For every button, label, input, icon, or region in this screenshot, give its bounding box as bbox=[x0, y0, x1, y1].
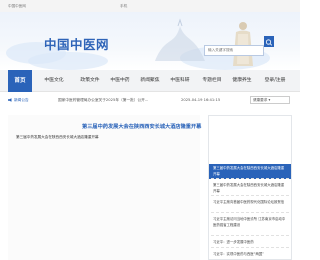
main-nav: 首页 中医文化 政策文件 中医中药 新闻聚焦 中医科研 专题栏目 健康养生 登录… bbox=[0, 70, 300, 92]
headline-summary: 第三届中药发展大会在陕西西安长城大酒店隆重开幕 bbox=[16, 135, 99, 139]
side-news-list: 第三届中药发展大会在陕西西安长城大酒店隆重开幕 第三届中药发展大会在陕西西安长城… bbox=[208, 115, 292, 260]
divider bbox=[211, 195, 289, 196]
divider bbox=[211, 178, 289, 179]
header-banner: 中国中医网 bbox=[0, 12, 300, 70]
ticker-date: 2025-04-19 16:41:15 bbox=[181, 98, 221, 102]
ink-painting-decoration bbox=[155, 18, 205, 61]
nav-item-topics[interactable]: 专题栏目 bbox=[198, 70, 226, 92]
news-section: 第三届中药发展大会在陕西西安长城大酒店隆重开幕 第三届中药发展大会在陕西西安长城… bbox=[8, 115, 292, 260]
search-button[interactable] bbox=[264, 36, 274, 47]
nav-item-research[interactable]: 中医科研 bbox=[166, 70, 194, 92]
nav-item-login[interactable]: 登录/注册 bbox=[258, 70, 292, 92]
cloud-decoration bbox=[28, 52, 108, 70]
site-name-small[interactable]: 中国中医网 bbox=[8, 4, 26, 9]
search-icon bbox=[265, 39, 273, 46]
nav-item-policy[interactable]: 政策文件 bbox=[76, 70, 104, 92]
mobile-link[interactable]: 手机 bbox=[120, 4, 127, 9]
nav-item-health[interactable]: 健康养生 bbox=[228, 70, 256, 92]
top-bar: 中国中医网 手机 bbox=[0, 0, 300, 12]
search-box bbox=[204, 36, 274, 56]
ticker-label: 新闻公告 bbox=[14, 98, 29, 102]
nav-item-medicine[interactable]: 中医中药 bbox=[106, 70, 134, 92]
side-news-item[interactable]: 习近平主席访问当地中医诊所 江苏南京市启动中医药强省工程建设 bbox=[209, 215, 291, 230]
side-news-item[interactable]: 第三届中药发展大会在陕西西安长城大酒店隆重开幕 bbox=[209, 181, 291, 196]
headline-card[interactable]: 第三届中药发展大会在陕西西安长城大酒店隆重开幕 第三届中药发展大会在陕西西安长城… bbox=[8, 115, 201, 260]
category-select[interactable]: 健康要求 ▾ bbox=[250, 96, 290, 104]
side-news-item[interactable]: 习近平：实现中医药与西医“两翼” bbox=[209, 250, 291, 260]
headline-title[interactable]: 第三届中药发展大会在陕西西安长城大酒店隆重开幕 bbox=[82, 123, 201, 130]
divider bbox=[211, 247, 289, 248]
search-input[interactable] bbox=[204, 44, 264, 56]
divider bbox=[211, 235, 289, 236]
side-news-item[interactable]: 第三届中药发展大会在陕西西安长城大酒店隆重开幕 bbox=[209, 164, 291, 179]
site-logo[interactable]: 中国中医网 bbox=[44, 34, 109, 53]
side-news-item[interactable]: 习近平主席向首届中医药现代化国际论坛致贺信 bbox=[209, 198, 291, 208]
nav-item-culture[interactable]: 中医文化 bbox=[40, 70, 68, 92]
divider bbox=[211, 212, 289, 213]
nav-item-news[interactable]: 新闻聚焦 bbox=[136, 70, 164, 92]
news-ticker: 新闻公告 国家中医药管理局办公室关于2025年（第一批）公开... 2025-0… bbox=[0, 92, 300, 108]
ticker-headline[interactable]: 国家中医药管理局办公室关于2025年（第一批）公开... bbox=[58, 98, 148, 103]
nav-item-home[interactable]: 首页 bbox=[8, 70, 32, 92]
bullhorn-icon bbox=[8, 98, 12, 102]
